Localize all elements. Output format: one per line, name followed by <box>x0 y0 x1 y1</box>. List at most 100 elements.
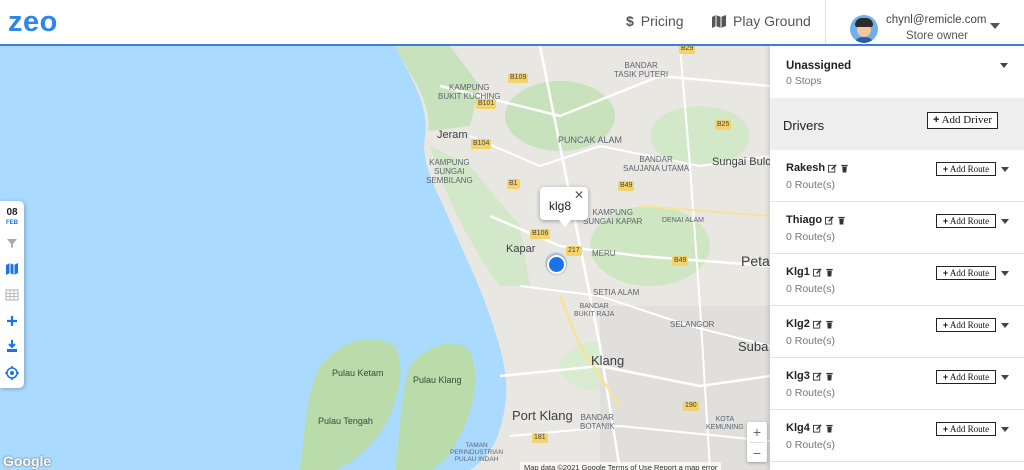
trash-icon[interactable] <box>825 268 834 277</box>
driver-route-count: 0 Route(s) <box>786 283 836 295</box>
google-logo: Google <box>3 453 52 469</box>
road-badge-b109: B109 <box>508 73 529 83</box>
edit-icon[interactable] <box>828 163 837 173</box>
road-badge-b49-south: B49 <box>672 256 689 266</box>
location-marker[interactable] <box>547 255 566 274</box>
edit-icon[interactable] <box>825 215 834 225</box>
zoom-out-button[interactable]: − <box>747 443 767 463</box>
map-label-denai-alam: DENAI ALAM <box>662 217 705 224</box>
road-badge-181: 181 <box>532 433 548 443</box>
map-label-setia-alam: SETIA ALAM <box>593 288 640 297</box>
drivers-title: Drivers <box>783 118 825 133</box>
map-label-sungai-buloh: Sungai Bulo <box>712 156 770 168</box>
add-route-button[interactable]: + Add Route <box>936 422 996 436</box>
driver-name: Klg1 <box>786 266 810 278</box>
edit-icon[interactable] <box>812 423 822 433</box>
driver-row[interactable]: Klg1 0 Route(s) + Add Route <box>770 254 1024 306</box>
driver-name-wrap: Thiago <box>786 214 846 226</box>
driver-caret-icon[interactable] <box>1001 167 1009 172</box>
avatar[interactable] <box>850 15 878 43</box>
map-label-port-klang: Port Klang <box>512 408 573 423</box>
map-label-taman-perindustrian: TAMAN PERINDUSTRIAN PULAU INDAH <box>450 442 504 464</box>
trash-icon[interactable] <box>837 216 846 225</box>
nav-pricing[interactable]: $ Pricing <box>626 13 684 29</box>
map-view[interactable]: KAMPUNG BUKIT KUCHING BANDAR TASIK PUTERI … <box>0 46 770 470</box>
map-label-meru: MERU <box>592 249 616 258</box>
add-route-button[interactable]: + Add Route <box>936 370 996 384</box>
map-canvas <box>0 46 770 470</box>
driver-name: Thiago <box>786 214 823 226</box>
map-label-bandar-botanik: BANDAR BOTANIK <box>580 413 615 431</box>
driver-name-wrap: Rakesh <box>786 162 849 174</box>
map-label-puncak-alam: PUNCAK ALAM <box>558 135 623 145</box>
date-month[interactable]: FEB <box>0 220 24 226</box>
map-label-selangor: SELANGOR <box>670 320 715 329</box>
driver-row[interactable]: Klg2 0 Route(s) + Add Route <box>770 306 1024 358</box>
map-label-bandar-saujana-utama: BANDAR SAUJANA UTAMA <box>623 155 690 173</box>
plus-icon: + <box>942 320 949 330</box>
map-label-bandar-tasik-puteri: BANDAR TASIK PUTERI <box>614 61 669 79</box>
road-badge-b106: B106 <box>530 229 551 239</box>
add-route-label: Add Route <box>949 424 990 434</box>
road-badge-b49: B49 <box>618 181 635 191</box>
add-route-button[interactable]: + Add Route <box>936 266 996 280</box>
add-driver-button[interactable]: + Add Driver <box>927 112 998 129</box>
popup-close-icon[interactable]: ✕ <box>574 188 584 202</box>
zoom-control: + − <box>747 422 767 462</box>
driver-name: Rakesh <box>786 162 826 174</box>
edit-icon[interactable] <box>812 267 822 277</box>
header-divider <box>825 0 826 44</box>
plus-icon: + <box>942 424 949 434</box>
map-label-kampung-sungai-sembilang: KAMPUNG SUNGAI SEMBILANG <box>426 158 473 185</box>
map-icon <box>712 14 726 28</box>
unassigned-caret-icon[interactable] <box>1000 63 1008 68</box>
driver-name-wrap: Klg2 <box>786 318 834 330</box>
driver-caret-icon[interactable] <box>1001 427 1009 432</box>
trash-icon[interactable] <box>825 320 834 329</box>
edit-icon[interactable] <box>812 319 822 329</box>
map-label-bandar-bukit-raja: BANDAR BUKIT RAJA <box>574 303 615 318</box>
trash-icon[interactable] <box>825 424 834 433</box>
plus-icon: + <box>942 164 949 174</box>
left-toolbar: 08 FEB <box>0 201 24 388</box>
edit-icon[interactable] <box>812 371 822 381</box>
map-attribution[interactable]: Map data ©2021 Google Terms of Use Repor… <box>520 462 722 470</box>
driver-caret-icon[interactable] <box>1001 375 1009 380</box>
add-icon[interactable] <box>4 313 20 329</box>
unassigned-section[interactable]: Unassigned 0 Stops <box>770 46 1024 98</box>
filter-icon[interactable] <box>4 235 20 251</box>
zeo-logo[interactable]: zeo <box>8 6 58 39</box>
marker-popup: klg8 ✕ <box>540 187 588 227</box>
add-route-button[interactable]: + Add Route <box>936 214 996 228</box>
plus-icon: + <box>942 268 949 278</box>
driver-row[interactable]: Rakesh 0 Route(s) + Add Route <box>770 150 1024 202</box>
zoom-in-button[interactable]: + <box>747 422 767 442</box>
download-icon[interactable] <box>4 338 20 354</box>
driver-route-count: 0 Route(s) <box>786 335 836 347</box>
map-label-subang: Suba <box>738 339 769 354</box>
road-badge-b25: B25 <box>715 120 732 130</box>
driver-row[interactable]: Klg4 0 Route(s) + Add Route <box>770 410 1024 462</box>
locate-icon[interactable] <box>4 365 20 381</box>
user-menu-caret-icon[interactable] <box>990 23 1000 29</box>
table-icon[interactable] <box>4 287 20 303</box>
driver-caret-icon[interactable] <box>1001 271 1009 276</box>
dollar-icon: $ <box>626 13 634 29</box>
add-route-label: Add Route <box>949 164 990 174</box>
unassigned-stops: 0 Stops <box>786 75 822 87</box>
trash-icon[interactable] <box>825 372 834 381</box>
driver-caret-icon[interactable] <box>1001 323 1009 328</box>
driver-row[interactable]: Thiago 0 Route(s) + Add Route <box>770 202 1024 254</box>
nav-play-ground[interactable]: Play Ground <box>712 13 811 29</box>
trash-icon[interactable] <box>840 164 849 173</box>
driver-caret-icon[interactable] <box>1001 219 1009 224</box>
add-route-button[interactable]: + Add Route <box>936 318 996 332</box>
drivers-header: Drivers + Add Driver <box>770 98 1024 150</box>
add-route-button[interactable]: + Add Route <box>936 162 996 176</box>
map-view-icon[interactable] <box>4 261 20 277</box>
driver-row[interactable]: Klg3 0 Route(s) + Add Route <box>770 358 1024 410</box>
nav-play-ground-label: Play Ground <box>733 13 811 29</box>
plus-icon: + <box>942 372 949 382</box>
date-day[interactable]: 08 <box>0 207 24 218</box>
driver-name: Klg3 <box>786 370 810 382</box>
